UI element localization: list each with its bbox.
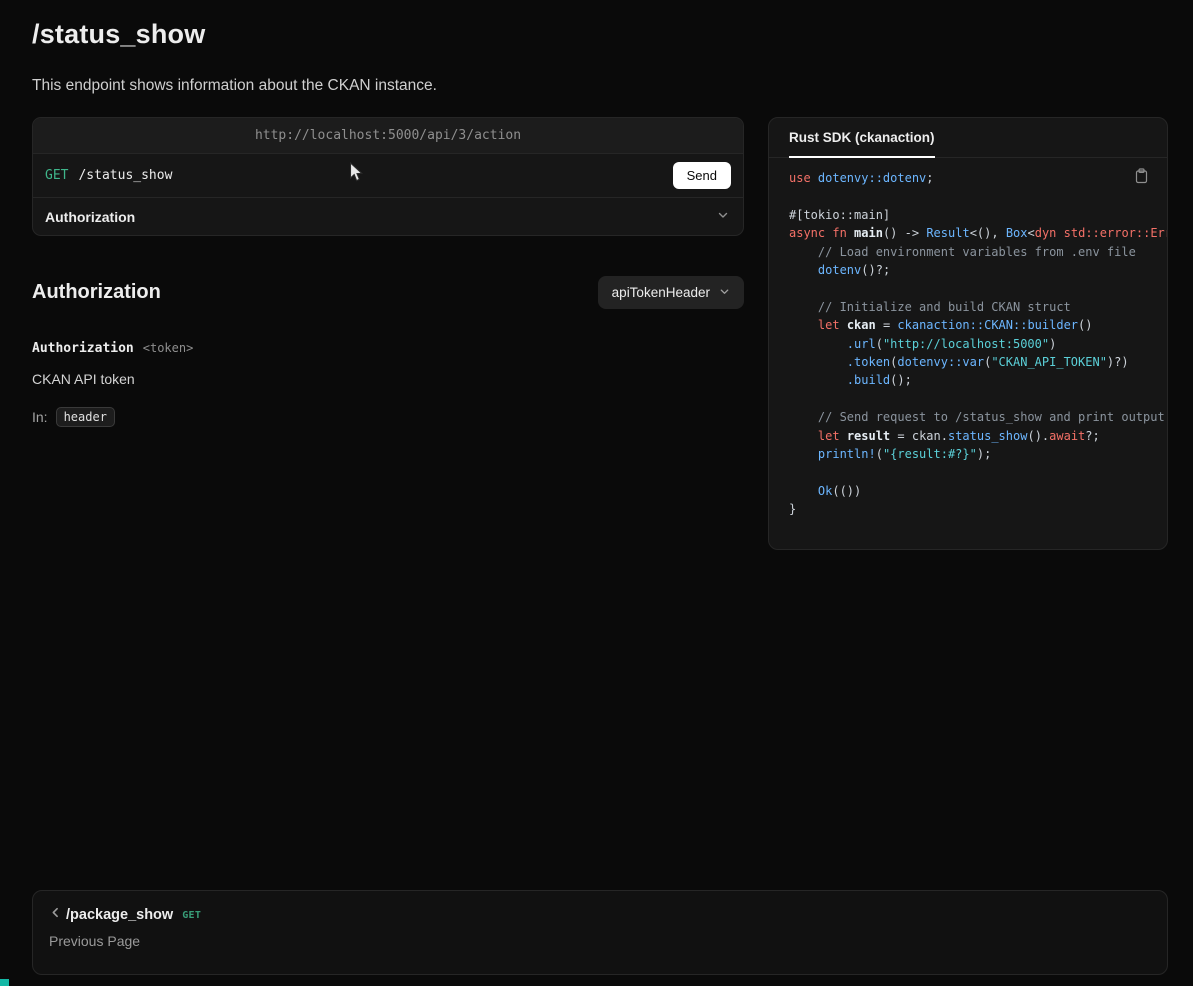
code-tabbar: Rust SDK (ckanaction) (769, 118, 1167, 158)
code-line: // Initialize and build CKAN struct (789, 298, 1167, 316)
auth-param-type: <token> (143, 341, 194, 355)
request-row: GET /status_show Send (33, 154, 743, 197)
code-line (789, 464, 1167, 482)
auth-parameter: Authorization <token> (32, 341, 744, 356)
authorization-section-header: Authorization apiTokenHeader (32, 276, 744, 309)
auth-scheme-dropdown[interactable]: apiTokenHeader (598, 276, 744, 309)
chevron-down-icon (717, 208, 729, 226)
previous-page-label: Previous Page (49, 933, 1151, 949)
page-content: /status_show This endpoint shows informa… (0, 0, 1193, 550)
dev-indicator (0, 979, 9, 986)
code-line: .build(); (789, 371, 1167, 389)
auth-param-description: CKAN API token (32, 371, 744, 387)
previous-page-method: GET (182, 910, 201, 921)
code-line: .token(dotenvy::var("CKAN_API_TOKEN")?) (789, 353, 1167, 371)
code-line: #[tokio::main] (789, 206, 1167, 224)
in-label: In: (32, 409, 48, 425)
code-line: } (789, 500, 1167, 518)
in-value-badge: header (56, 407, 115, 427)
code-line: println!("{result:#?}"); (789, 445, 1167, 463)
page-title: /status_show (32, 18, 1168, 50)
code-line: // Load environment variables from .env … (789, 243, 1167, 261)
code-line (789, 390, 1167, 408)
right-column: Rust SDK (ckanaction) use dotenvy::doten… (768, 117, 1168, 550)
base-url-bar: http://localhost:5000/api/3/action (33, 118, 743, 154)
base-url: http://localhost:5000/api/3/action (255, 128, 521, 143)
code-line (789, 279, 1167, 297)
code-line: let ckan = ckanaction::CKAN::builder() (789, 316, 1167, 334)
auth-scheme-value: apiTokenHeader (612, 285, 710, 300)
left-column: http://localhost:5000/api/3/action GET /… (32, 117, 744, 427)
code-line: .url("http://localhost:5000") (789, 335, 1167, 353)
main-columns: http://localhost:5000/api/3/action GET /… (32, 117, 1168, 550)
code-line: async fn main() -> Result<(), Box<dyn st… (789, 224, 1167, 242)
code-line: use dotenvy::dotenv; (789, 169, 1167, 187)
previous-page-link[interactable]: /package_show GET Previous Page (32, 890, 1168, 975)
tab-rust-sdk[interactable]: Rust SDK (ckanaction) (789, 118, 935, 158)
authorization-heading: Authorization (32, 281, 161, 304)
auth-param-location: In: header (32, 407, 744, 427)
code-line: Ok(()) (789, 482, 1167, 500)
chevron-left-icon (49, 906, 62, 924)
send-button[interactable]: Send (673, 162, 731, 189)
endpoint-path: /status_show (78, 168, 172, 183)
code-sample-card: Rust SDK (ckanaction) use dotenvy::doten… (768, 117, 1168, 550)
previous-page-top-row: /package_show GET (49, 906, 1151, 924)
http-method: GET (45, 168, 68, 183)
auth-param-name: Authorization (32, 341, 134, 356)
code-line: let result = ckan.status_show().await?; (789, 427, 1167, 445)
api-playground-card: http://localhost:5000/api/3/action GET /… (32, 117, 744, 236)
copy-button[interactable] (1131, 164, 1153, 191)
clipboard-icon (1135, 172, 1149, 187)
authorization-collapse-row[interactable]: Authorization (33, 197, 743, 235)
page-description: This endpoint shows information about th… (32, 76, 1168, 96)
code-line: dotenv()?; (789, 261, 1167, 279)
previous-page-title: /package_show (66, 907, 173, 923)
authorization-row-label: Authorization (45, 209, 135, 225)
code-line (789, 187, 1167, 205)
code-line: // Send request to /status_show and prin… (789, 408, 1167, 426)
chevron-down-icon (719, 285, 730, 300)
code-block: use dotenvy::dotenv; #[tokio::main]async… (769, 158, 1167, 519)
